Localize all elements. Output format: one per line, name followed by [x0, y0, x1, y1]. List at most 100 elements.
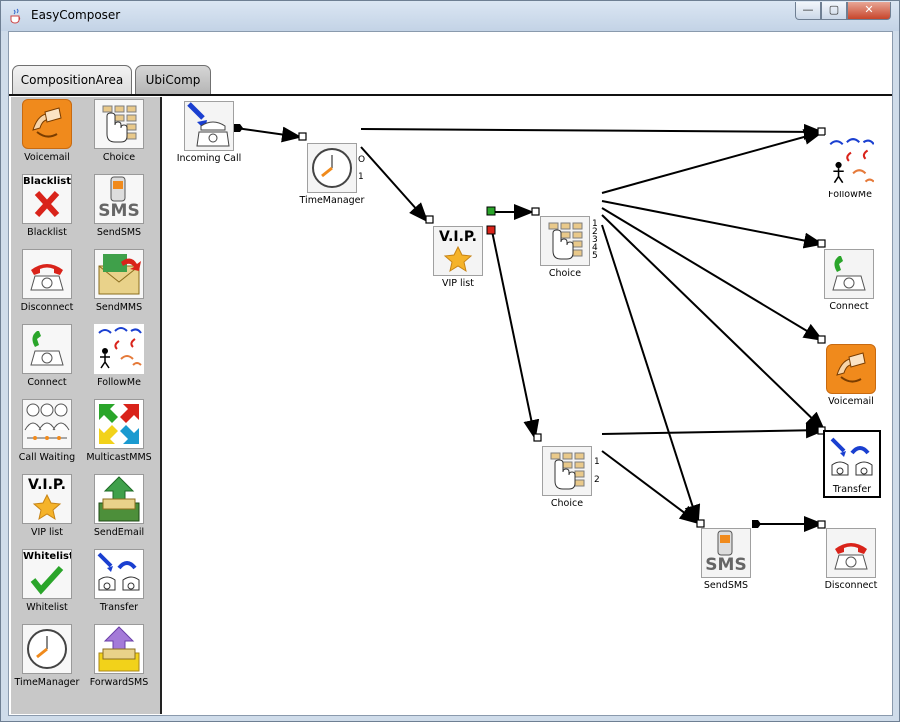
- node-connect[interactable]: Connect: [816, 249, 882, 312]
- port-label-timer-1: 1: [358, 172, 364, 182]
- app-window: EasyComposer — ▢ ✕ CompositionArea UbiCo…: [0, 0, 900, 722]
- tab-composition-area[interactable]: CompositionArea: [12, 65, 132, 94]
- tab-ubicomp[interactable]: UbiComp: [135, 65, 211, 94]
- choice-keypad-icon: [540, 216, 590, 266]
- node-transfer[interactable]: Transfer: [823, 430, 881, 498]
- clock-icon: [307, 143, 357, 193]
- palette-item-choice[interactable]: Choice: [83, 99, 155, 163]
- node-label: Disconnect: [824, 580, 878, 591]
- vip-icon: V.I.P.: [22, 474, 72, 524]
- palette-label: Call Waiting: [18, 452, 76, 463]
- palette-item-call-waiting[interactable]: Call Waiting: [11, 399, 83, 463]
- node-label: Choice: [550, 498, 584, 509]
- incoming-call-icon: [184, 101, 234, 151]
- red-phone-icon: [826, 528, 876, 578]
- node-label: VIP list: [441, 278, 474, 289]
- port-label-timer-o: O: [358, 155, 366, 165]
- wire-choice-bottom-to-sendsms[interactable]: [601, 450, 700, 525]
- palette-label: Transfer: [99, 602, 139, 613]
- node-voicemail[interactable]: Voicemail: [816, 344, 886, 407]
- palette-label: TimeManager: [14, 677, 80, 688]
- node-choice-bottom[interactable]: Choice: [534, 446, 600, 509]
- node-sendsms[interactable]: SMS SendSMS: [694, 528, 758, 591]
- palette-label: Connect: [27, 377, 67, 388]
- palette-label: Disconnect: [20, 302, 74, 313]
- node-vip-list[interactable]: V.I.P. VIP list: [428, 226, 488, 289]
- forward-sms-icon: [94, 624, 144, 674]
- window-title: EasyComposer: [31, 8, 121, 22]
- voicemail-icon: [826, 344, 876, 394]
- composition-canvas[interactable]: Incoming Call TimeManager O 1 V.I.P. VIP…: [162, 97, 892, 714]
- connection-wires: [234, 123, 826, 532]
- wire-vip-to-choice-bottom[interactable]: [491, 230, 540, 440]
- palette-item-blacklist[interactable]: Blacklist Blacklist: [11, 174, 83, 238]
- followme-icon: [94, 324, 144, 374]
- palette-item-sendsms[interactable]: SMS SendSMS: [83, 174, 155, 238]
- palette-label: VIP list: [30, 527, 63, 538]
- choice-keypad-icon: [542, 446, 592, 496]
- node-label: SendSMS: [703, 580, 749, 591]
- palette-item-transfer[interactable]: Transfer: [83, 549, 155, 613]
- red-phone-icon: [22, 249, 72, 299]
- palette-label: SendEmail: [93, 527, 145, 538]
- palette-label: Voicemail: [24, 152, 70, 163]
- palette-item-sendemail[interactable]: SendEmail: [83, 474, 155, 538]
- node-label: Choice: [548, 268, 582, 279]
- port-label-choice-b-1: 1: [594, 457, 600, 467]
- green-phone-icon: [824, 249, 874, 299]
- palette-label: MulticastMMS: [86, 452, 152, 463]
- component-palette: Voicemail Choice Blacklist Blacklist SMS…: [11, 97, 160, 714]
- sms-icon-text: SMS: [705, 555, 747, 575]
- whitelist-icon: Whitelist: [22, 549, 72, 599]
- sms-icon-text: SMS: [98, 201, 140, 221]
- palette-item-voicemail[interactable]: Voicemail: [11, 99, 83, 163]
- palette-label: SendSMS: [96, 227, 142, 238]
- voicemail-icon: [22, 99, 72, 149]
- java-cup-icon: [10, 8, 21, 24]
- node-label: Voicemail: [828, 396, 874, 407]
- palette-item-vip-list[interactable]: V.I.P. VIP list: [11, 474, 83, 538]
- node-label: Incoming Call: [176, 153, 242, 164]
- wire-choice-bottom-to-transfer[interactable]: [601, 422, 826, 439]
- node-label: Transfer: [832, 484, 872, 495]
- palette-item-disconnect[interactable]: Disconnect: [11, 249, 83, 313]
- sms-phone-icon: SMS: [701, 528, 751, 578]
- palette-item-timemanager[interactable]: TimeManager: [11, 624, 83, 688]
- port-label-choice-5: 5: [592, 251, 598, 261]
- palette-label: ForwardSMS: [89, 677, 149, 688]
- followme-icon: [825, 135, 875, 191]
- palette-item-whitelist[interactable]: Whitelist Whitelist: [11, 549, 83, 613]
- palette-item-forwardsms[interactable]: ForwardSMS: [83, 624, 155, 688]
- blacklist-icon: Blacklist: [22, 174, 72, 224]
- wire-choice-to-connect[interactable]: [601, 200, 824, 249]
- node-choice-top[interactable]: Choice: [532, 216, 598, 279]
- minimize-button[interactable]: —: [795, 2, 821, 20]
- transfer-icon: [94, 549, 144, 599]
- palette-label: Blacklist: [27, 227, 67, 238]
- email-icon: [94, 474, 144, 524]
- palette-item-sendmms[interactable]: SendMMS: [83, 249, 155, 313]
- palette-item-connect[interactable]: Connect: [11, 324, 83, 388]
- multicast-arrows-icon: [94, 399, 144, 449]
- palette-label: SendMMS: [95, 302, 143, 313]
- node-incoming-call[interactable]: Incoming Call: [172, 101, 246, 164]
- tab-underline: [9, 94, 892, 96]
- mms-envelope-icon: [94, 249, 144, 299]
- wire-choice-to-transfer[interactable]: [601, 214, 826, 432]
- palette-item-followme[interactable]: FollowMe: [83, 324, 155, 388]
- node-followme[interactable]: FollowMe: [812, 135, 888, 200]
- title-bar[interactable]: EasyComposer — ▢ ✕: [1, 1, 899, 31]
- port-label-choice-b-2: 2: [594, 475, 600, 485]
- wire-choice-to-sendsms[interactable]: [601, 224, 701, 525]
- sms-phone-icon: SMS: [94, 174, 144, 224]
- palette-item-multicastmms[interactable]: MulticastMMS: [83, 399, 155, 463]
- vip-icon: V.I.P.: [433, 226, 483, 276]
- wire-choice-to-followme[interactable]: [601, 129, 824, 194]
- node-disconnect[interactable]: Disconnect: [816, 528, 886, 591]
- close-button[interactable]: ✕: [847, 2, 891, 20]
- node-label: Connect: [829, 301, 869, 312]
- wire-timemanager-to-followme[interactable]: [360, 123, 824, 140]
- palette-label: Whitelist: [26, 602, 68, 613]
- client-area: CompositionArea UbiComp Voicemail Choice: [8, 31, 893, 716]
- maximize-button[interactable]: ▢: [821, 2, 847, 20]
